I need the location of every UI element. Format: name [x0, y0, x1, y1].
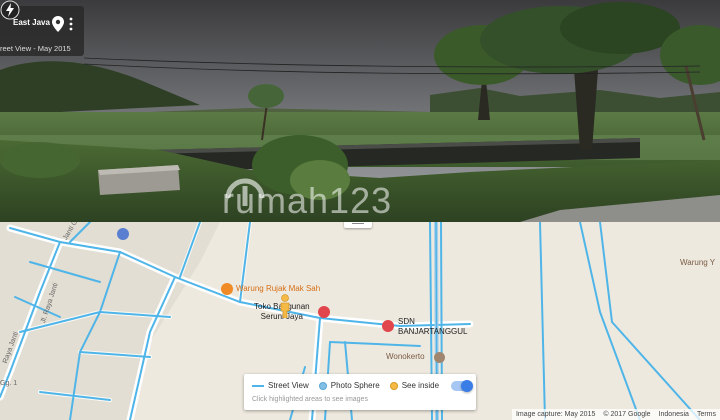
poi-label-wonokerto[interactable]: Wonokerto	[386, 352, 425, 361]
legend-photo-sphere: Photo Sphere	[318, 381, 380, 390]
street-view-panorama[interactable]: East Java reet View - May 2015 rumah123	[0, 0, 720, 222]
rumah123-logo-icon	[225, 178, 265, 206]
legend-photo-sphere-label: Photo Sphere	[330, 381, 380, 390]
pegman-icon[interactable]	[279, 294, 291, 318]
terms-link[interactable]: Terms	[697, 411, 716, 418]
toggle-knob	[461, 380, 473, 392]
road-label-gg-1: Gg. 1	[0, 380, 18, 387]
legend-row: Street View Photo Sphere See inside	[252, 381, 449, 390]
flash-icon[interactable]	[0, 0, 20, 20]
capture-date-label: reet View - May 2015	[0, 44, 71, 53]
poi-label-sdn[interactable]: SDN BANJARTANGGUL	[398, 317, 468, 337]
shopping-poi-icon[interactable]	[117, 228, 129, 240]
legend-street-view-label: Street View	[268, 381, 309, 390]
poi-label-sdn-line1: SDN	[398, 317, 415, 326]
poi-label-warung-rujak[interactable]: Warung Rujak Mak Sah	[236, 284, 320, 293]
region-link[interactable]: Indonesia	[659, 411, 689, 418]
street-view-app: East Java reet View - May 2015 rumah123	[0, 0, 720, 420]
map-attribution: Image capture: May 2015 © 2017 Google In…	[511, 409, 720, 420]
more-vert-icon[interactable]	[68, 17, 74, 31]
poi-label-warung-right[interactable]: Warung Y	[680, 258, 715, 267]
see-inside-dot-icon	[389, 381, 398, 390]
restaurant-poi-icon[interactable]	[221, 283, 233, 295]
poi-label-sdn-line2: BANJARTANGGUL	[398, 327, 468, 336]
street-view-line-icon	[252, 384, 264, 387]
image-capture-date: Image capture: May 2015	[515, 411, 596, 418]
street-view-coverage-map[interactable]: Janti Gg. 2 Jl. Raya Janti Raya Janti Gg…	[0, 222, 720, 420]
panel-resize-handle[interactable]	[344, 222, 372, 228]
legend-hint: Click highlighted areas to see images	[252, 396, 368, 403]
photo-sphere-dot-icon	[318, 381, 327, 390]
coverage-legend-panel: Street View Photo Sphere See inside Clic…	[244, 374, 476, 410]
school-poi-icon[interactable]	[382, 320, 394, 332]
location-pin-icon[interactable]	[52, 16, 64, 32]
coverage-toggle[interactable]	[451, 380, 473, 392]
copyright-text: © 2017 Google	[603, 411, 651, 418]
legend-see-inside-label: See inside	[401, 381, 440, 390]
rumah123-watermark: rumah123	[222, 176, 392, 222]
legend-see-inside: See inside	[389, 381, 440, 390]
legend-street-view: Street View	[252, 381, 309, 390]
village-poi-icon[interactable]	[434, 352, 445, 363]
shop-poi-icon[interactable]	[318, 306, 330, 318]
